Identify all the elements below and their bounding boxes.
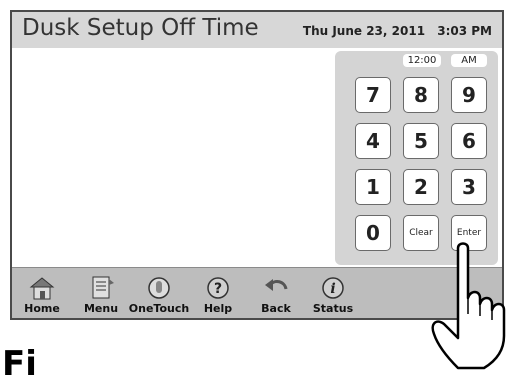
key-5[interactable]: 5 (403, 123, 439, 159)
key-9[interactable]: 9 (451, 77, 487, 113)
onetouch-icon (148, 277, 170, 299)
page-title: Dusk Setup Off Time (22, 15, 259, 41)
ampm-toggle[interactable]: AM (451, 54, 487, 67)
svg-text:i: i (330, 281, 335, 297)
key-1[interactable]: 1 (355, 169, 391, 205)
title-bar: Dusk Setup Off Time Thu June 23, 2011 3:… (12, 12, 502, 48)
onetouch-button[interactable]: OneTouch (128, 275, 190, 315)
key-3[interactable]: 3 (451, 169, 487, 205)
key-8[interactable]: 8 (403, 77, 439, 113)
key-7[interactable]: 7 (355, 77, 391, 113)
key-2[interactable]: 2 (403, 169, 439, 205)
date-label: Thu June 23, 2011 (302, 24, 426, 38)
page-heading: Fi (2, 344, 37, 384)
date-time: Thu June 23, 2011 3:03 PM (295, 24, 492, 38)
time-display: 12:00 (403, 54, 441, 67)
back-icon (265, 279, 288, 291)
numeric-keypad: 12:00 AM 7 8 9 4 5 6 1 2 3 0 Clear Enter (335, 51, 498, 265)
key-6[interactable]: 6 (451, 123, 487, 159)
key-4[interactable]: 4 (355, 123, 391, 159)
time-label: 3:03 PM (437, 24, 492, 38)
home-icon (29, 277, 55, 300)
status-button[interactable]: i Status (310, 275, 356, 315)
home-button[interactable]: Home (20, 275, 64, 315)
back-button[interactable]: Back (256, 275, 296, 315)
svg-text:?: ? (214, 281, 222, 297)
help-icon: ? (207, 277, 229, 299)
pointing-hand-icon (431, 242, 506, 370)
menu-icon (92, 276, 114, 299)
status-icon: i (322, 277, 344, 299)
menu-button[interactable]: Menu (78, 275, 124, 315)
key-0[interactable]: 0 (355, 215, 391, 251)
help-button[interactable]: ? Help (198, 275, 238, 315)
